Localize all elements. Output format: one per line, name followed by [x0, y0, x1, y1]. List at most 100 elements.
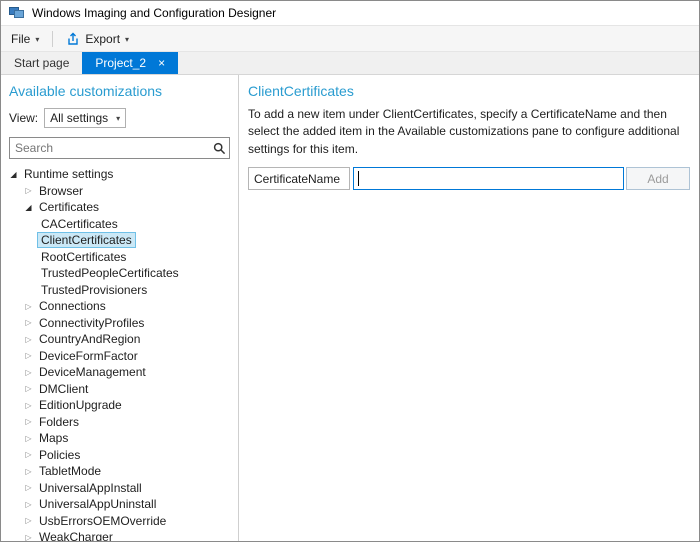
expand-icon[interactable]: ▷	[22, 500, 35, 509]
tree-item-label: DeviceFormFactor	[35, 348, 142, 364]
tree-item-label: Runtime settings	[20, 166, 117, 182]
tree-item[interactable]: ▷TabletMode	[1, 463, 238, 480]
tree-item[interactable]: ▷UsbErrorsOEMOverride	[1, 513, 238, 530]
main-content: Available customizations View: All setti…	[1, 75, 699, 541]
tree-item[interactable]: ◢Certificates	[1, 199, 238, 216]
tree-item[interactable]: ▷WeakCharger	[1, 529, 238, 541]
tree-item[interactable]: ◢Runtime settings	[1, 166, 238, 183]
chevron-down-icon: ▾	[35, 35, 39, 44]
view-dropdown-value: All settings	[50, 111, 108, 125]
expand-icon[interactable]: ▷	[22, 450, 35, 459]
tree-item[interactable]: TrustedPeopleCertificates	[1, 265, 238, 282]
tree-item[interactable]: TrustedProvisioners	[1, 282, 238, 299]
search-box	[9, 137, 230, 159]
tab-start-page[interactable]: Start page	[1, 52, 82, 74]
tree-item[interactable]: ▷CountryAndRegion	[1, 331, 238, 348]
expand-icon[interactable]: ▷	[22, 401, 35, 410]
tree-item[interactable]: ClientCertificates	[1, 232, 238, 249]
certificate-name-label: CertificateName	[248, 167, 350, 190]
tree-item-label: Browser	[35, 183, 87, 199]
tree-item-label: TrustedPeopleCertificates	[37, 265, 183, 281]
chevron-down-icon: ▾	[125, 35, 129, 44]
expand-icon[interactable]: ▷	[22, 186, 35, 195]
window-title: Windows Imaging and Configuration Design…	[32, 6, 276, 20]
tab-project-2[interactable]: Project_2 ×	[82, 52, 178, 74]
expand-icon[interactable]: ▷	[22, 351, 35, 360]
tree-item[interactable]: ▷DeviceFormFactor	[1, 348, 238, 365]
export-menu-label: Export	[85, 32, 120, 46]
search-icon[interactable]	[209, 142, 229, 155]
app-icon	[9, 6, 24, 20]
export-icon	[66, 32, 80, 46]
tab-label: Project_2	[95, 56, 146, 70]
certificate-name-input-wrap	[353, 167, 624, 190]
available-customizations-heading: Available customizations	[9, 83, 230, 99]
add-button[interactable]: Add	[626, 167, 690, 190]
tab-bar: Start page Project_2 ×	[1, 52, 699, 75]
expand-icon[interactable]: ▷	[22, 368, 35, 377]
available-customizations-panel: Available customizations View: All setti…	[1, 75, 239, 541]
expand-icon[interactable]: ▷	[22, 384, 35, 393]
expand-icon[interactable]: ▷	[22, 302, 35, 311]
export-menu[interactable]: Export ▾	[56, 26, 139, 51]
tree-item[interactable]: CACertificates	[1, 216, 238, 233]
search-input[interactable]	[10, 141, 209, 155]
expand-icon[interactable]: ▷	[22, 417, 35, 426]
tree-item-label: UniversalAppUninstall	[35, 496, 160, 512]
tree-item-label: Connections	[35, 298, 110, 314]
tree-item[interactable]: ▷Folders	[1, 414, 238, 431]
view-row: View: All settings ▾	[9, 108, 230, 128]
tree-item-label: Certificates	[35, 199, 103, 215]
tree-item[interactable]: ▷DeviceManagement	[1, 364, 238, 381]
expand-icon[interactable]: ▷	[22, 318, 35, 327]
tree-item-label: DMClient	[35, 381, 92, 397]
menu-separator	[52, 31, 53, 47]
tree-item-label: TabletMode	[35, 463, 105, 479]
detail-description: To add a new item under ClientCertificat…	[248, 106, 690, 158]
tree-item-label: Policies	[35, 447, 84, 463]
tree-item[interactable]: ▷UniversalAppInstall	[1, 480, 238, 497]
file-menu[interactable]: File ▾	[1, 26, 49, 51]
title-bar: Windows Imaging and Configuration Design…	[1, 1, 699, 25]
chevron-down-icon: ▾	[116, 114, 120, 123]
tree-item-label: CountryAndRegion	[35, 331, 144, 347]
tree-item[interactable]: ▷ConnectivityProfiles	[1, 315, 238, 332]
tree-item-label: TrustedProvisioners	[37, 282, 151, 298]
file-menu-label: File	[11, 32, 30, 46]
tree-item[interactable]: ▷Policies	[1, 447, 238, 464]
expand-icon[interactable]: ▷	[22, 483, 35, 492]
tree-item-label: CACertificates	[37, 216, 122, 232]
expand-icon[interactable]: ▷	[22, 467, 35, 476]
tree-item-label: DeviceManagement	[35, 364, 150, 380]
tree-item[interactable]: ▷UniversalAppUninstall	[1, 496, 238, 513]
tree-item-label: EditionUpgrade	[35, 397, 126, 413]
tree-item-label: RootCertificates	[37, 249, 130, 265]
view-dropdown[interactable]: All settings ▾	[44, 108, 126, 128]
tree-item[interactable]: ▷Maps	[1, 430, 238, 447]
tree-item-label: UsbErrorsOEMOverride	[35, 513, 170, 529]
collapse-icon[interactable]: ◢	[7, 170, 20, 179]
certificate-name-input[interactable]	[354, 168, 623, 189]
expand-icon[interactable]: ▷	[22, 434, 35, 443]
expand-icon[interactable]: ▷	[22, 516, 35, 525]
tab-label: Start page	[14, 56, 69, 70]
tree-item-label: WeakCharger	[35, 529, 117, 541]
tree-item-label: Maps	[35, 430, 72, 446]
menu-bar: File ▾ Export ▾	[1, 25, 699, 52]
detail-heading: ClientCertificates	[248, 83, 690, 99]
tree-item[interactable]: ▷Browser	[1, 183, 238, 200]
customizations-tree: ◢Runtime settings▷Browser◢CertificatesCA…	[1, 166, 238, 541]
collapse-icon[interactable]: ◢	[22, 203, 35, 212]
app-window: Windows Imaging and Configuration Design…	[0, 0, 700, 542]
tree-item[interactable]: ▷Connections	[1, 298, 238, 315]
tree-item[interactable]: ▷DMClient	[1, 381, 238, 398]
tree-item-label: UniversalAppInstall	[35, 480, 146, 496]
tree-item[interactable]: ▷EditionUpgrade	[1, 397, 238, 414]
details-panel: ClientCertificates To add a new item und…	[239, 75, 699, 541]
tree-item[interactable]: RootCertificates	[1, 249, 238, 266]
expand-icon[interactable]: ▷	[22, 533, 35, 541]
close-icon[interactable]: ×	[158, 57, 165, 69]
tree-item-label: ConnectivityProfiles	[35, 315, 148, 331]
expand-icon[interactable]: ▷	[22, 335, 35, 344]
view-label: View:	[9, 111, 38, 125]
